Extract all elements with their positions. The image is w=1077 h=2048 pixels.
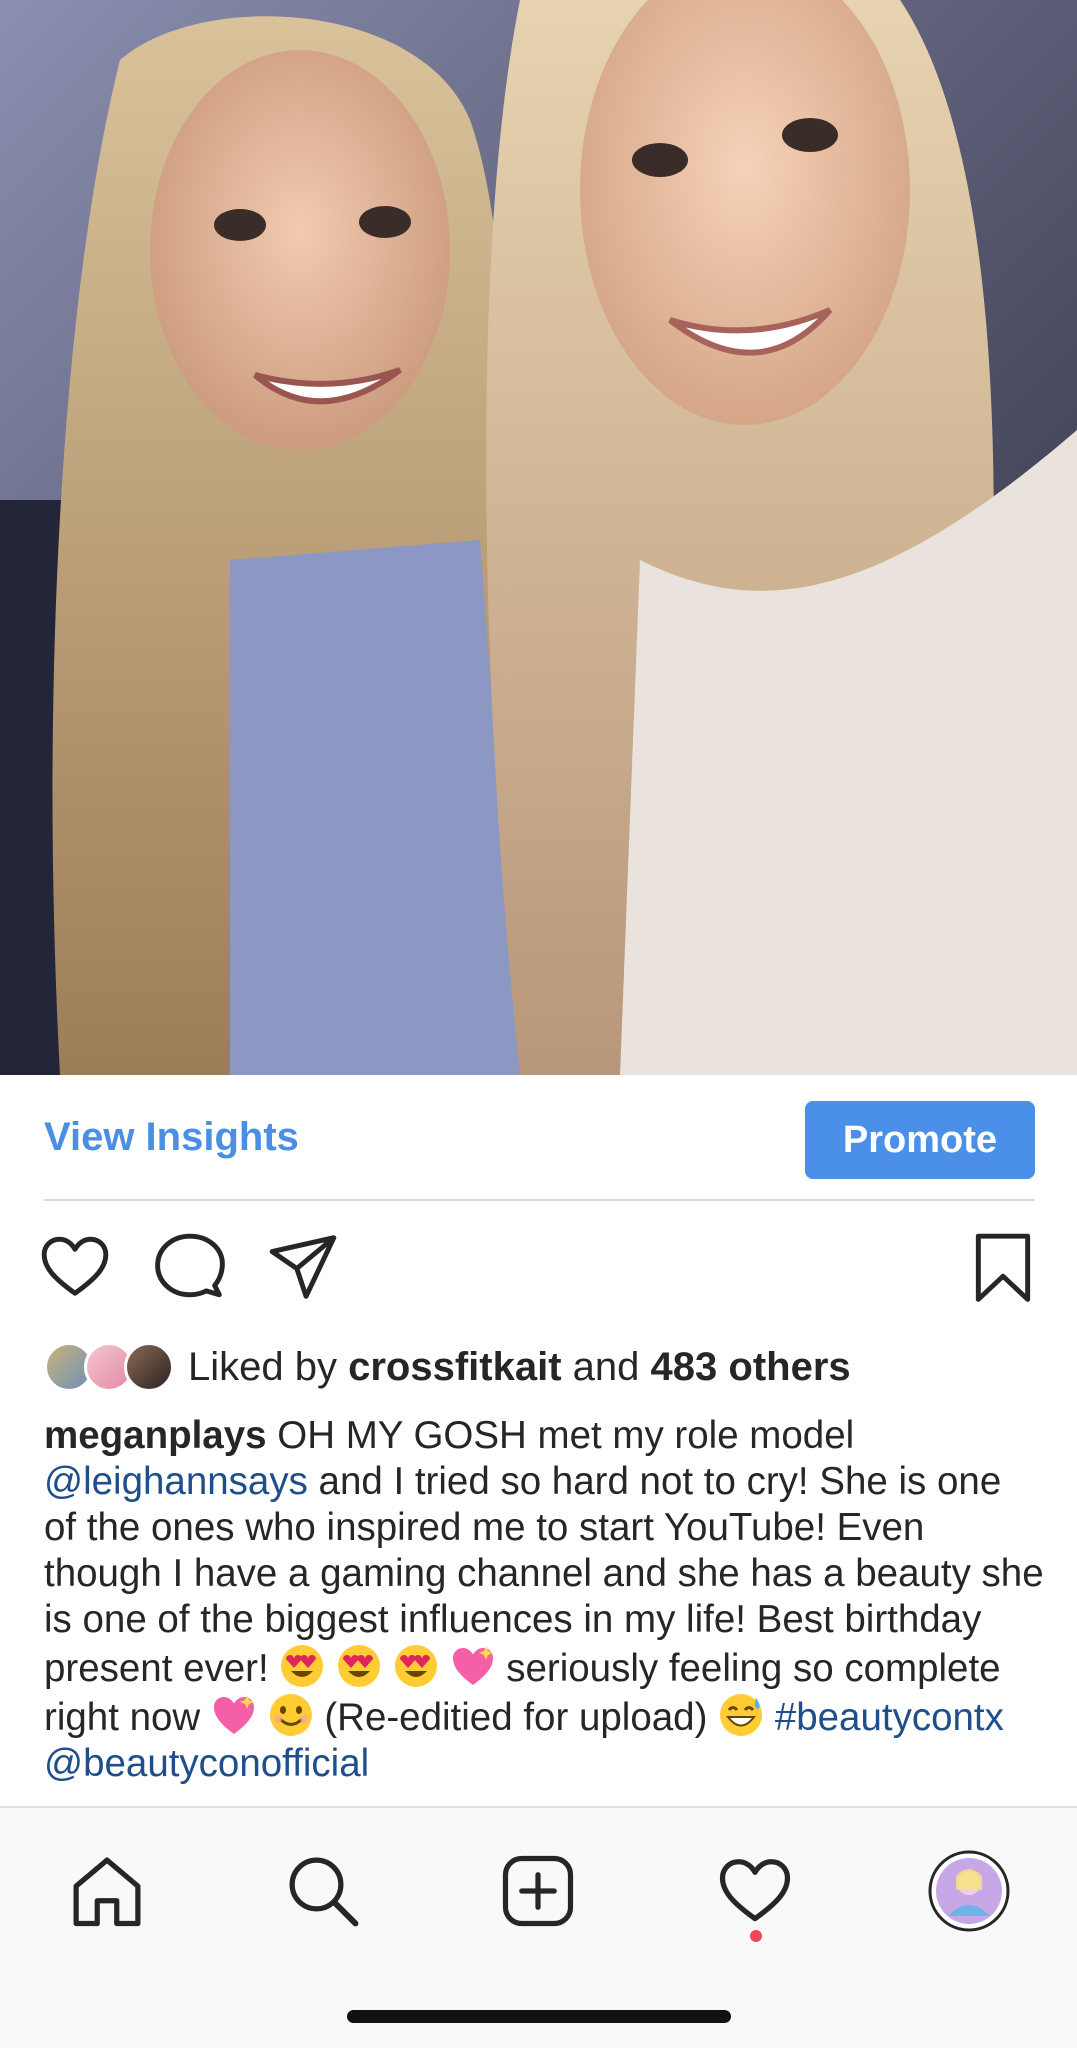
new-post-icon[interactable] — [499, 1852, 577, 1930]
smiling-emoji-icon — [268, 1692, 314, 1738]
post-photo-image — [0, 0, 1077, 1075]
profile-avatar[interactable] — [928, 1850, 1010, 1932]
sparkling-heart-emoji-icon — [450, 1643, 496, 1689]
avatar — [124, 1342, 174, 1392]
comment-icon[interactable] — [153, 1230, 227, 1304]
caption-mention[interactable]: @beautyconofficial — [44, 1742, 369, 1785]
post-photo[interactable] — [0, 0, 1077, 1075]
likes-text: Liked by crossfitkait and 483 others — [188, 1345, 851, 1390]
home-icon[interactable] — [68, 1852, 146, 1930]
likes-count[interactable]: 483 others — [651, 1345, 851, 1389]
divider — [44, 1199, 1035, 1201]
liker-avatars — [44, 1340, 174, 1394]
like-heart-icon[interactable] — [38, 1230, 112, 1304]
liked-by-row[interactable]: Liked by crossfitkait and 483 others — [44, 1340, 851, 1394]
home-indicator — [347, 2010, 731, 2023]
save-bookmark-icon[interactable] — [966, 1230, 1040, 1304]
insights-bar: View Insights Promote — [0, 1075, 1077, 1200]
caption-text: OH MY GOSH met my role model — [277, 1414, 855, 1457]
promote-button[interactable]: Promote — [805, 1101, 1035, 1179]
heart-eyes-emoji-icon — [279, 1643, 325, 1689]
grinning-sweat-emoji-icon — [718, 1692, 764, 1738]
activity-heart-icon[interactable] — [716, 1852, 794, 1930]
liker-username[interactable]: crossfitkait — [348, 1345, 561, 1389]
caption-text: (Re-editied for upload) — [324, 1696, 708, 1739]
share-paper-plane-icon[interactable] — [266, 1230, 340, 1304]
post-actions — [0, 1230, 1077, 1310]
search-icon[interactable] — [284, 1852, 362, 1930]
caption-username[interactable]: meganplays — [44, 1414, 267, 1457]
caption-hashtag[interactable]: #beautycontx — [775, 1696, 1004, 1739]
sparkling-heart-emoji-icon — [211, 1692, 257, 1738]
likes-prefix: Liked by — [188, 1344, 337, 1389]
activity-notification-dot — [750, 1930, 762, 1942]
caption-mention[interactable]: @leighannsays — [44, 1460, 308, 1503]
post-caption: meganplays OH MY GOSH met my role model … — [44, 1413, 1044, 1787]
likes-joiner: and — [572, 1344, 640, 1389]
view-insights-link[interactable]: View Insights — [44, 1115, 299, 1160]
heart-eyes-emoji-icon — [393, 1643, 439, 1689]
heart-eyes-emoji-icon — [336, 1643, 382, 1689]
bottom-tab-bar — [0, 1806, 1077, 2048]
